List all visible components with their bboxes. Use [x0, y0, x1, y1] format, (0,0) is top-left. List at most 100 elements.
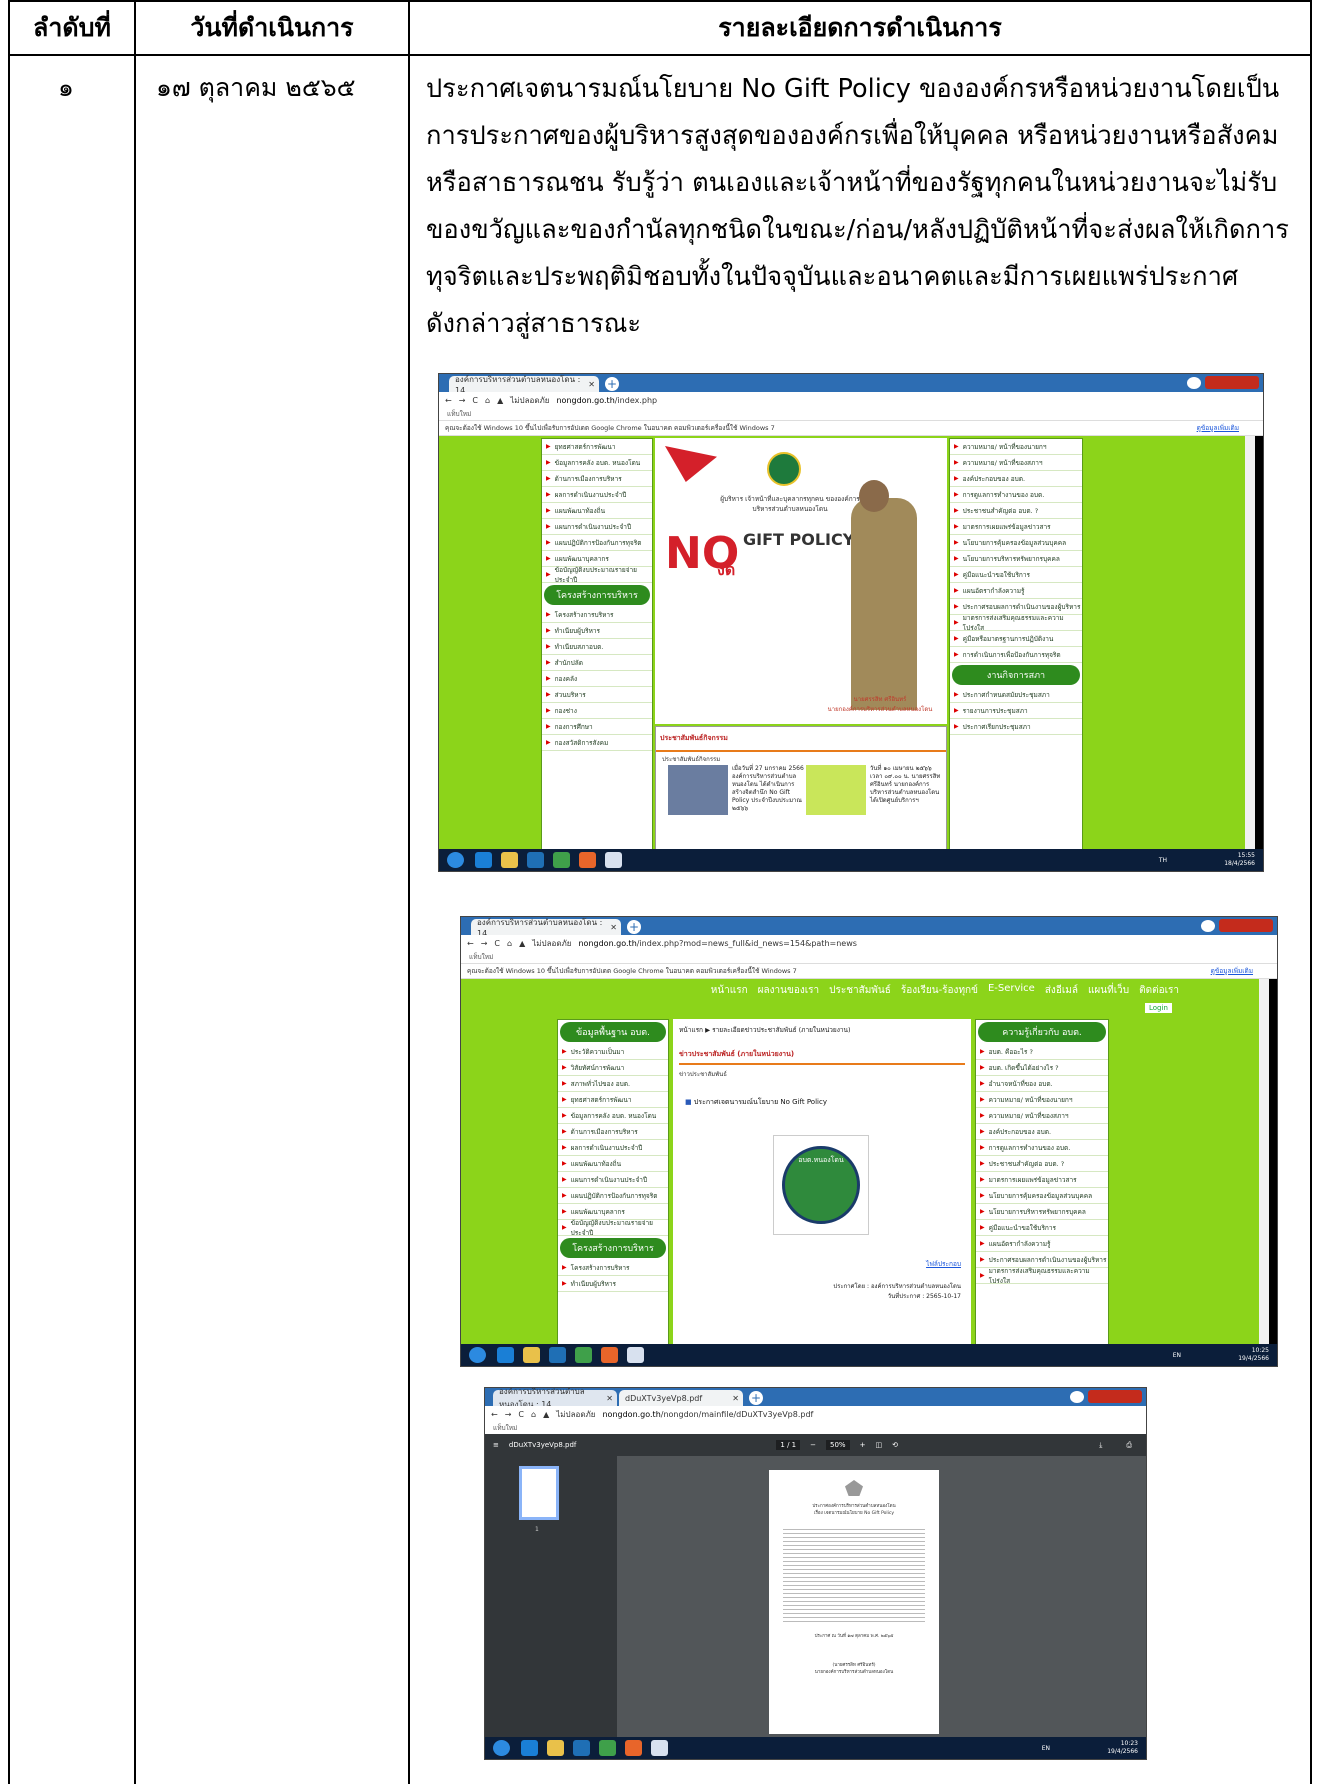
detail-line: ดังกล่าวสู่สาธารณะ	[426, 309, 642, 339]
info-bar-text: คุณจะต้องใช้ Windows 10 ขึ้นไปเพื่อรับกา…	[445, 424, 775, 432]
address-bar: ← → C ⌂ ▲ ไม่ปลอดภัย nongdon.go.th/nongd…	[485, 1406, 1146, 1422]
minimize-icon	[1070, 1391, 1084, 1403]
nav-item: ทำเนียบสภาอบต.	[542, 639, 652, 655]
scrollbar	[1259, 979, 1269, 1346]
folder-icon	[523, 1347, 540, 1363]
garuda-emblem	[845, 1480, 863, 1496]
news-subheading: ประชาสัมพันธ์กิจกรรม	[662, 756, 721, 763]
official-head	[859, 480, 889, 512]
left-nav: ข้อมูลพื้นฐาน อบต. ประวัติความเป็นมา วิส…	[557, 1019, 669, 1346]
page-background: ยุทธศาสตร์การพัฒนา ข้อมูลการคลัง อบต. หน…	[439, 436, 1255, 851]
nav-item: นโยบายการบริหารทรัพยากรบุคคล	[976, 1204, 1108, 1220]
news-photo-1	[668, 765, 728, 815]
nav-item: มาตรการเผยแพร่ข้อมูลข่าวสาร	[950, 519, 1082, 535]
nav-item: ความหมาย/ หน้าที่ของนายกฯ	[976, 1092, 1108, 1108]
bookmark-bar: แท็บใหม่	[485, 1422, 1146, 1434]
pdf-filename: dDuXTv3yeVp8.pdf	[508, 1441, 577, 1449]
banner-gift: GIFT POLICY	[743, 530, 855, 549]
col-divider-1	[134, 0, 136, 1784]
nav-item: นโยบายการบริหารทรัพยากรบุคคล	[950, 551, 1082, 567]
window-controls	[1205, 376, 1259, 389]
reload-icon: C	[494, 938, 500, 948]
nav-item: อำนาจหน้าที่ของ อบต.	[976, 1076, 1108, 1092]
clock: 10:23 19/4/2566	[1107, 1740, 1138, 1755]
nav-item: ยุทธศาสตร์การพัฒนา	[542, 439, 652, 455]
nav-item: นโยบายการคุ้มครองข้อมูลส่วนบุคคล	[950, 535, 1082, 551]
screenshot-news-page: องค์การบริหารส่วนตำบลหนองโดน : 14 ✕ + ← …	[460, 916, 1278, 1367]
info-bar: คุณจะต้องใช้ Windows 10 ขึ้นไปเพื่อรับกา…	[461, 963, 1277, 979]
nav-item: ข้อบัญญัติงบประมาณรายจ่ายประจำปี	[558, 1219, 668, 1237]
menu-item: E-Service	[987, 983, 1035, 994]
news-box: ประชาสัมพันธ์กิจกรรม ประชาสัมพันธ์กิจกรร…	[655, 726, 947, 851]
nav-item: วิสัยทัศน์การพัฒนา	[558, 1060, 668, 1076]
pdf-page: ประกาศองค์การบริหารส่วนตำบลหนองโดน เรื่อ…	[769, 1470, 939, 1734]
taskbar: EN 10:23 19/4/2566	[485, 1737, 1146, 1759]
nav-item: สภาพทั่วไปของ อบต.	[558, 1076, 668, 1092]
nav-item: แผนการดำเนินงานประจำปี	[542, 519, 652, 535]
zoom-level: 50%	[826, 1440, 850, 1450]
minimize-icon	[1201, 920, 1215, 932]
info-bar-text: คุณจะต้องใช้ Windows 10 ขึ้นไปเพื่อรับกา…	[467, 967, 797, 975]
nav-item: การดำเนินการเพื่อป้องกันการทุจริต	[950, 647, 1082, 663]
header-index: ลำดับที่	[33, 13, 111, 42]
menu-item: ร้องเรียน-ร้องทุกข์	[900, 985, 978, 996]
chrome-icon	[599, 1740, 616, 1756]
back-icon: ←	[467, 938, 474, 948]
menu-item: ผลงานของเรา	[757, 985, 820, 996]
forward-icon: →	[504, 1409, 512, 1419]
language-indicator: TH	[1158, 857, 1167, 864]
news-detail: หน้าแรก ▶ รายละเอียดข่าวประชาสัมพันธ์ (ภ…	[673, 1019, 971, 1346]
nav-item: มาตรการส่งเสริมคุณธรรมและความโปร่งใส	[976, 1267, 1108, 1285]
close-icon: ✕	[610, 922, 617, 932]
news-item-1: เมื่อวันที่ 27 มกราคม 2566 องค์การบริหาร…	[732, 765, 804, 812]
login-link: Login	[1145, 1003, 1172, 1013]
address-bar: ← → C ⌂ ▲ ไม่ปลอดภัย nongdon.go.th/index…	[461, 935, 1277, 951]
doc-title-1: ประกาศองค์การบริหารส่วนตำบลหนองโดน	[812, 1504, 896, 1509]
doc-icon: ■	[685, 1098, 692, 1106]
doc-title-2: เรื่อง เจตนารมณ์นโยบาย No Gift Policy	[813, 1511, 895, 1516]
nav-item: ทำเนียบผู้บริหาร	[558, 1276, 668, 1292]
url-text: nongdon.go.th/index.php	[556, 395, 658, 405]
nav-heading: ความรู้เกี่ยวกับ อบต.	[978, 1022, 1106, 1042]
news-item-2: วันที่ ๑๐ เมษายน ๒๕๖๖ เวลา ๐๙.๐๐ น. นายศ…	[870, 765, 941, 804]
nav-item: ประวัติความเป็นมา	[558, 1044, 668, 1060]
nav-item: ความหมาย/ หน้าที่ของสภาฯ	[976, 1108, 1108, 1124]
emblem-icon	[767, 452, 801, 486]
app-icon	[651, 1740, 668, 1756]
close-icon: ✕	[606, 1393, 613, 1403]
nav-item: คู่มือแนะนำขอใช้บริการ	[976, 1220, 1108, 1236]
nav-item: มาตรการเผยแพร่ข้อมูลข่าวสาร	[976, 1172, 1108, 1188]
ie-icon	[475, 852, 492, 868]
app-icon	[627, 1347, 644, 1363]
rotate-icon: ⟲	[892, 1441, 898, 1449]
left-nav: ยุทธศาสตร์การพัฒนา ข้อมูลการคลัง อบต. หน…	[541, 438, 653, 851]
back-icon: ←	[445, 395, 452, 405]
nav-item: โครงสร้างการบริหาร	[558, 1260, 668, 1276]
col-divider-2	[408, 0, 410, 1784]
nav-item: กองคลัง	[542, 671, 652, 687]
browser-tabbar: องค์การบริหารส่วนตำบลหนองโดน : 14 ✕ +	[439, 374, 1263, 395]
thumbnail-pane: 1	[485, 1456, 617, 1739]
start-icon	[447, 852, 464, 868]
detail-line: หรือสาธารณชน รับรู้ว่า ตนเองและเจ้าหน้าท…	[426, 168, 1278, 198]
taskbar: TH 15:55 18/4/2566	[439, 849, 1263, 871]
folder-icon	[501, 852, 518, 868]
news-subheading: ข่าวประชาสัมพันธ์	[679, 1071, 727, 1078]
page-background: หน้าแรก ผลงานของเรา ประชาสัมพันธ์ ร้องเร…	[461, 979, 1269, 1346]
start-icon	[493, 1740, 510, 1756]
address-bar: ← → C ⌂ ▲ ไม่ปลอดภัย nongdon.go.th/index…	[439, 392, 1263, 408]
forward-icon: →	[458, 395, 466, 405]
page-thumbnail	[519, 1466, 559, 1520]
ie-icon	[521, 1740, 538, 1756]
nav-item: แผนพัฒนาท้องถิ่น	[542, 503, 652, 519]
folder-icon	[547, 1740, 564, 1756]
thumbnail-label: 1	[535, 1526, 539, 1533]
minimize-icon	[1187, 377, 1201, 389]
nav-item: แผนปฏิบัติการป้องกันการทุจริต	[542, 535, 652, 551]
browser-tabbar: องค์การบริหารส่วนตำบลหนองโดน : 14 ✕ dDuX…	[485, 1388, 1146, 1409]
doc-body	[783, 1526, 925, 1622]
ie-icon	[497, 1347, 514, 1363]
attachment-link: ไฟล์ประกอบ	[926, 1260, 961, 1268]
breadcrumb: หน้าแรก ▶ รายละเอียดข่าวประชาสัมพันธ์ (ภ…	[679, 1026, 851, 1034]
language-indicator: EN	[1172, 1352, 1181, 1359]
